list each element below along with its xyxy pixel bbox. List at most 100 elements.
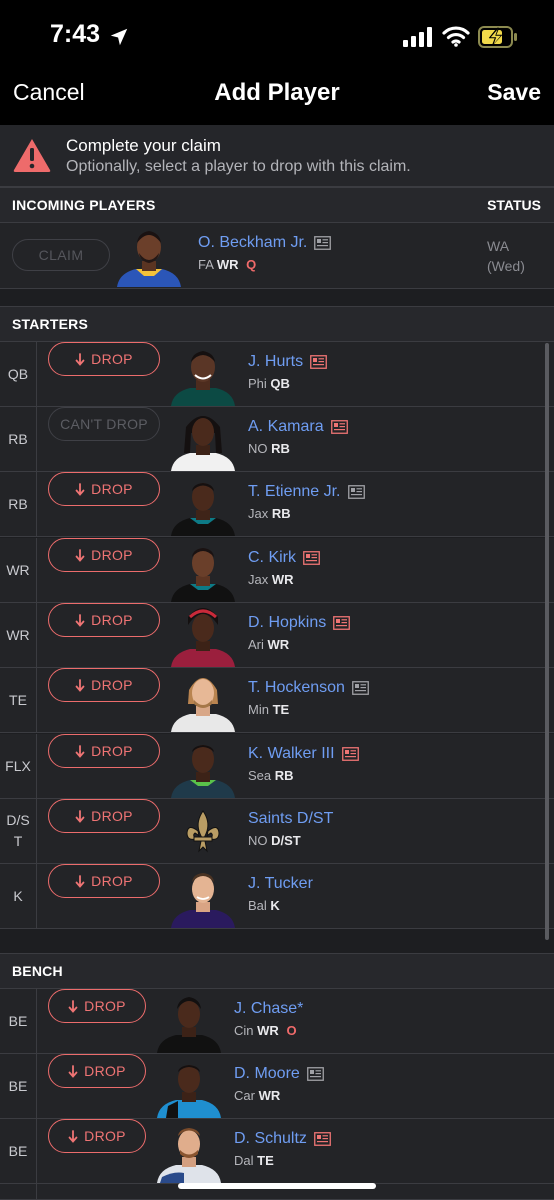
down-arrow-icon — [75, 482, 85, 496]
roster-row: BE DROP D. Schultz Dal TE — [0, 1119, 554, 1184]
player-name[interactable]: T. Hockenson — [248, 679, 369, 697]
section-gap — [0, 289, 554, 307]
incoming-players-header: INCOMING PLAYERS STATUS — [0, 187, 554, 223]
player-name-text[interactable]: Saints D/ST — [248, 810, 333, 828]
drop-button[interactable]: DROP — [48, 734, 160, 768]
player-position: WR — [271, 572, 294, 587]
player-team: NO — [248, 833, 268, 848]
down-arrow-icon — [75, 613, 85, 627]
lineup-slot: BE — [0, 989, 37, 1053]
player-position: D/ST — [271, 833, 301, 848]
news-icon[interactable] — [314, 236, 332, 250]
player-position: RB — [271, 506, 291, 521]
roster-row: WR DROP C. Kirk Jax WR — [0, 538, 554, 603]
news-icon-unread[interactable] — [303, 551, 320, 565]
player-team: Sea — [248, 768, 272, 783]
down-arrow-icon — [75, 352, 85, 366]
player-name-text[interactable]: J. Hurts — [248, 353, 303, 371]
drop-button[interactable]: DROP — [48, 668, 160, 702]
drop-label: DROP — [84, 998, 126, 1014]
drop-button[interactable]: DROP — [48, 1119, 146, 1153]
news-icon[interactable] — [352, 681, 369, 695]
player-name[interactable]: D. Moore — [234, 1065, 324, 1083]
roster-row: BE DROP J. Chase* Cin WR O — [0, 989, 554, 1054]
news-icon-unread[interactable] — [333, 616, 351, 630]
save-button[interactable]: Save — [487, 79, 541, 106]
drop-button[interactable]: DROP — [48, 538, 160, 572]
home-indicator[interactable] — [178, 1183, 376, 1189]
drop-button[interactable]: DROP — [48, 989, 146, 1023]
player-meta: Dal TE — [234, 1153, 274, 1168]
player-position: RB — [274, 768, 294, 783]
player-name[interactable]: Saints D/ST — [248, 810, 333, 828]
lineup-slot: WR — [0, 538, 37, 602]
drop-button[interactable]: DROP — [48, 1054, 146, 1088]
drop-label: DROP — [91, 481, 133, 497]
player-name[interactable]: A. Kamara — [248, 418, 348, 436]
lineup-slot: BE — [0, 1054, 37, 1118]
roster-row: FLX DROP K. Walker III Sea RB — [0, 734, 554, 799]
player-name[interactable]: D. Schultz — [234, 1130, 331, 1148]
player-name-text[interactable]: J. Chase* — [234, 1000, 303, 1018]
lineup-slot: TE — [0, 668, 37, 732]
drop-button[interactable]: DROP — [48, 472, 160, 506]
player-meta: Jax RB — [248, 506, 291, 521]
player-position: WR — [257, 1023, 279, 1038]
drop-button[interactable]: DROP — [48, 342, 160, 376]
drop-button[interactable]: DROP — [48, 864, 160, 898]
player-headshot — [114, 223, 184, 287]
player-name[interactable]: J. Hurts — [248, 353, 328, 371]
roster-row: RB DROP T. Etienne Jr. Jax RB — [0, 472, 554, 537]
lineup-slot: RB — [0, 407, 37, 471]
player-name-text[interactable]: J. Tucker — [248, 875, 313, 893]
player-name[interactable]: O. Beckham Jr. — [198, 234, 332, 252]
lineup-slot: RB — [0, 472, 37, 536]
player-meta: Sea RB — [248, 768, 294, 783]
player-name-text[interactable]: T. Etienne Jr. — [248, 483, 341, 501]
player-meta: Car WR — [234, 1088, 280, 1103]
news-icon[interactable] — [347, 485, 365, 499]
news-icon[interactable] — [306, 1067, 324, 1081]
bench-header: BENCH — [0, 953, 554, 989]
player-position: K — [270, 898, 280, 913]
claim-button: CLAIM — [12, 239, 110, 271]
player-name[interactable]: C. Kirk — [248, 549, 320, 567]
player-name-text[interactable]: K. Walker III — [248, 745, 335, 763]
player-name-text[interactable]: C. Kirk — [248, 549, 296, 567]
drop-label: DROP — [91, 351, 133, 367]
player-headshot — [168, 864, 238, 928]
player-name-text[interactable]: T. Hockenson — [248, 679, 345, 697]
news-icon-unread[interactable] — [341, 747, 359, 761]
player-name-text[interactable]: D. Schultz — [234, 1130, 307, 1148]
drop-button[interactable]: DROP — [48, 799, 160, 833]
player-name[interactable]: J. Chase* — [234, 1000, 303, 1018]
scrollbar[interactable] — [545, 343, 549, 940]
cancel-button[interactable]: Cancel — [13, 79, 85, 106]
player-meta: NO RB — [248, 441, 290, 456]
player-name-text[interactable]: D. Hopkins — [248, 614, 326, 632]
player-meta: FA WR Q — [198, 257, 256, 272]
news-icon-unread[interactable] — [330, 420, 348, 434]
news-icon-unread[interactable] — [310, 355, 328, 369]
lineup-slot: FLX — [0, 734, 37, 798]
player-meta: NO D/ST — [248, 833, 301, 848]
down-arrow-icon — [75, 548, 85, 562]
player-name-text[interactable]: A. Kamara — [248, 418, 324, 436]
player-name[interactable]: T. Etienne Jr. — [248, 483, 365, 501]
status-time: 7:43 — [50, 20, 101, 48]
waiver-day: (Wed) — [487, 258, 525, 274]
drop-label: DROP — [84, 1063, 126, 1079]
player-name[interactable]: J. Tucker — [248, 875, 313, 893]
player-name-text[interactable]: D. Moore — [234, 1065, 300, 1083]
lineup-slot-text: D/ST — [6, 812, 30, 849]
player-name[interactable]: K. Walker III — [248, 745, 359, 763]
drop-button[interactable]: DROP — [48, 603, 160, 637]
player-meta: Jax WR — [248, 572, 294, 587]
player-name-text[interactable]: O. Beckham Jr. — [198, 234, 307, 252]
news-icon-unread[interactable] — [314, 1132, 331, 1146]
starters-label: STARTERS — [12, 316, 89, 332]
player-headshot — [168, 472, 238, 536]
player-name[interactable]: D. Hopkins — [248, 614, 351, 632]
roster-row: RB CAN'T DROP A. Kamara NO RB — [0, 407, 554, 472]
cant-drop-label: CAN'T DROP — [60, 416, 148, 432]
